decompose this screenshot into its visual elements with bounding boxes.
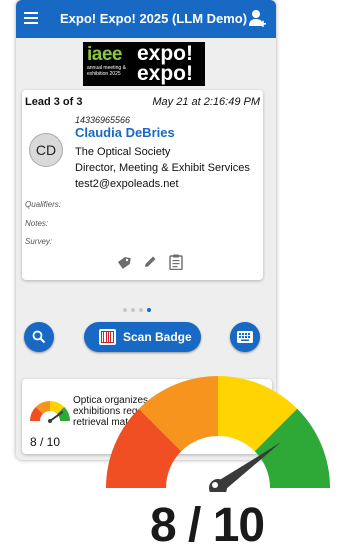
search-button[interactable] [24,322,54,352]
keyboard-icon [237,331,253,343]
lead-email: test2@expoleads.net [75,178,179,190]
logo-word-2: expo! [137,62,194,85]
small-gauge-hub [48,419,52,423]
score-large-label: 8 / 10 [150,499,265,552]
pager-dot[interactable] [131,308,135,312]
notes-label: Notes: [25,219,49,228]
scan-badge-button[interactable]: Scan Badge [84,322,201,352]
app-title: Expo! Expo! 2025 (LLM Demo) [60,11,248,26]
small-score-gauge [30,401,70,423]
lead-card[interactable]: Lead 3 of 3 May 21 at 2:16:49 PM 1433696… [22,90,263,280]
large-gauge-hub-highlight [212,482,218,488]
scan-badge-label: Scan Badge [123,330,192,344]
search-icon [32,330,46,344]
menu-icon[interactable] [24,12,38,24]
edit-icon[interactable] [143,255,157,269]
logo-brand: iaee [87,44,122,65]
lead-timestamp: May 21 at 2:16:49 PM [152,96,260,108]
barcode-icon [99,329,116,345]
clipboard-icon[interactable] [169,254,183,270]
pager-dot[interactable] [139,308,143,312]
qualifiers-label: Qualifiers: [25,200,62,209]
keyboard-button[interactable] [230,322,260,352]
tag-icon[interactable] [117,255,131,269]
badge-id: 14336965566 [75,115,131,125]
lead-organization: The Optical Society [75,146,171,158]
pager-dot-active[interactable] [147,308,151,312]
score-small-label: 8 / 10 [30,435,61,449]
event-logo: iaee annual meeting & exhibition 2025 ex… [83,42,205,86]
user-add-icon[interactable] [248,9,266,29]
logo-word-1: expo! [137,42,194,65]
app-bar: Expo! Expo! 2025 (LLM Demo) [16,0,276,38]
logo-subtitle: annual meeting & exhibition 2025 [87,65,126,77]
survey-label: Survey: [25,237,53,246]
lead-job-title: Director, Meeting & Exhibit Services [75,162,250,174]
pager-dot[interactable] [123,308,127,312]
lead-counter: Lead 3 of 3 [25,96,83,108]
large-score-gauge [106,376,330,492]
avatar: CD [29,133,63,167]
lead-name[interactable]: Claudia DeBries [75,125,175,140]
